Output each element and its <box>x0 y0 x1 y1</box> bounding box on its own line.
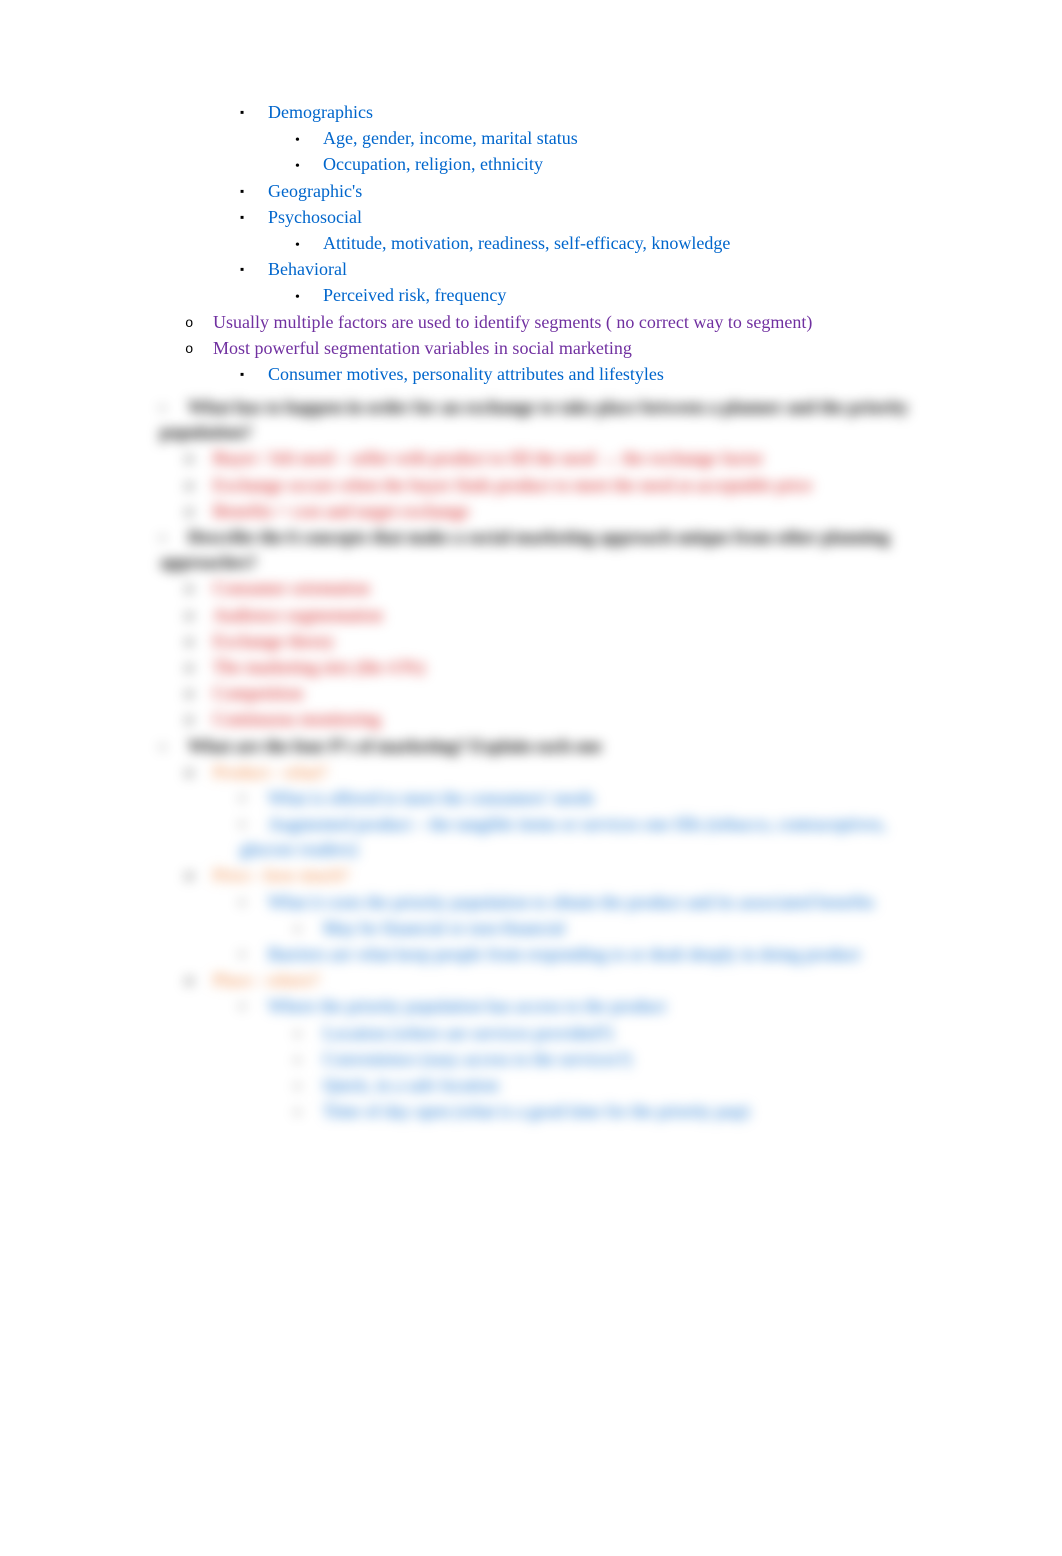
text: Convenience (easy access to the services… <box>323 1049 631 1069</box>
text: What is offered to meet the consumers' n… <box>268 788 594 808</box>
text: Quick, in a safe location <box>323 1075 498 1095</box>
list-item: Describe the 6 concepts that make a soci… <box>120 525 942 575</box>
list-item: The marketing mix (the 4 Ps) <box>120 655 942 680</box>
list-item: Geographic's <box>120 179 942 204</box>
text: Product - what? <box>213 762 327 782</box>
document-outline: Demographics Age, gender, income, marita… <box>120 100 942 387</box>
text: Augmented product – the tangible items o… <box>240 814 886 859</box>
text: What are the four P's of marketing? Expl… <box>188 736 602 756</box>
list-item: What are the four P's of marketing? Expl… <box>120 734 942 759</box>
text: Describe the 6 concepts that make a soci… <box>160 527 890 572</box>
text: What it costs the priority population to… <box>268 892 874 912</box>
list-item: What it costs the priority population to… <box>120 890 942 915</box>
text: Behavioral <box>268 259 347 279</box>
list-item: What is offered to meet the consumers' n… <box>120 786 942 811</box>
list-item: What has to happen in order for an excha… <box>120 395 942 445</box>
list-item: Audience segmentation <box>120 603 942 628</box>
list-item: Consumer motives, personality attributes… <box>120 362 942 387</box>
text: Where the priority population has access… <box>268 996 666 1016</box>
list-item: Competition <box>120 681 942 706</box>
list-item: Augmented product – the tangible items o… <box>120 812 942 862</box>
text: What has to happen in order for an excha… <box>160 397 909 442</box>
list-item: Perceived risk, frequency <box>120 283 942 308</box>
list-item: Occupation, religion, ethnicity <box>120 152 942 177</box>
text: Exchange theory <box>213 631 334 651</box>
list-item: Usually multiple factors are used to ide… <box>120 310 942 335</box>
list-item: Age, gender, income, marital status <box>120 126 942 151</box>
list-item: Convenience (easy access to the services… <box>120 1047 942 1072</box>
blurred-content: What has to happen in order for an excha… <box>120 395 942 1124</box>
text: Attitude, motivation, readiness, self-ef… <box>323 233 730 253</box>
list-item: Attitude, motivation, readiness, self-ef… <box>120 231 942 256</box>
list-item: Price - how much? <box>120 863 942 888</box>
list-item: Location (where are services provided?) <box>120 1021 942 1046</box>
text: Audience segmentation <box>213 605 382 625</box>
text: Psychosocial <box>268 207 362 227</box>
list-item: Exchange theory <box>120 629 942 654</box>
list-item: Psychosocial <box>120 205 942 230</box>
list-item: Quick, in a safe location <box>120 1073 942 1098</box>
text: Demographics <box>268 102 373 122</box>
text: Exchange occurs when the buyer finds pro… <box>213 475 812 495</box>
list-item: May be financial or non-financial <box>120 916 942 941</box>
text: The marketing mix (the 4 Ps) <box>213 657 424 677</box>
text: May be financial or non-financial <box>323 918 565 938</box>
text: Most powerful segmentation variables in … <box>213 338 632 358</box>
list-item: Product - what? <box>120 760 942 785</box>
list-item: Demographics <box>120 100 942 125</box>
list-item: Place - where? <box>120 968 942 993</box>
text: Usually multiple factors are used to ide… <box>213 312 812 332</box>
text: Geographic's <box>268 181 362 201</box>
text: Time of day open (what is a good time fo… <box>323 1101 749 1121</box>
list-item: Behavioral <box>120 257 942 282</box>
list-item: Most powerful segmentation variables in … <box>120 336 942 361</box>
list-item: Time of day open (what is a good time fo… <box>120 1099 942 1124</box>
list-item: Barriers are what keep people from respo… <box>120 942 942 967</box>
text: Consumer orientation <box>213 578 369 598</box>
text: Place - where? <box>213 970 319 990</box>
text: Perceived risk, frequency <box>323 285 506 305</box>
list-item: Buyer / felt need – seller with product … <box>120 446 942 471</box>
text: Location (where are services provided?) <box>323 1023 613 1043</box>
text: Age, gender, income, marital status <box>323 128 578 148</box>
text: Barriers are what keep people from respo… <box>268 944 860 964</box>
text: Continuous monitoring <box>213 709 381 729</box>
list-item: Continuous monitoring <box>120 707 942 732</box>
text: Competition <box>213 683 303 703</box>
text: Buyer / felt need – seller with product … <box>213 448 763 468</box>
list-item: Exchange occurs when the buyer finds pro… <box>120 473 942 498</box>
text: Price - how much? <box>213 865 348 885</box>
text: Consumer motives, personality attributes… <box>268 364 664 384</box>
list-item: Benefits = cost and target exchange <box>120 499 942 524</box>
text: Benefits = cost and target exchange <box>213 501 469 521</box>
list-item: Where the priority population has access… <box>120 994 942 1019</box>
list-item: Consumer orientation <box>120 576 942 601</box>
text: Occupation, religion, ethnicity <box>323 154 543 174</box>
